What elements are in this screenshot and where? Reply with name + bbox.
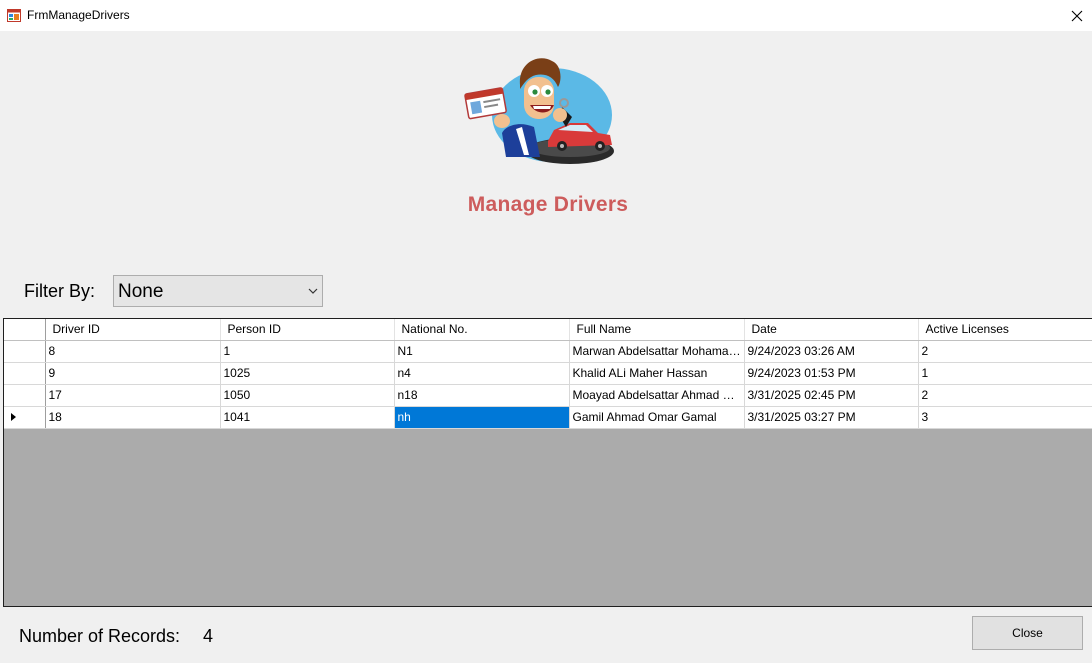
cell-date[interactable]: 9/24/2023 03:26 AM xyxy=(744,340,919,363)
cell-national-no[interactable]: n18 xyxy=(394,384,570,407)
window-close-button[interactable] xyxy=(1062,0,1092,31)
cell-national-no-selected[interactable]: nh xyxy=(394,406,570,429)
cell-driver-id[interactable]: 18 xyxy=(45,406,221,429)
filter-selected-value: None xyxy=(118,281,164,302)
row-header-cell[interactable] xyxy=(4,340,46,363)
table-row[interactable]: 17 1050 n18 Moayad Abdelsattar Ahmad Mar… xyxy=(4,384,1092,407)
cell-driver-id[interactable]: 8 xyxy=(45,340,221,363)
row-header-cell[interactable] xyxy=(4,362,46,385)
cell-active-licenses[interactable]: 1 xyxy=(918,362,1092,385)
app-icon xyxy=(7,9,21,22)
drivers-data-grid[interactable]: Driver ID Person ID National No. Full Na… xyxy=(3,318,1092,607)
chevron-down-icon xyxy=(308,288,318,294)
grid-corner-cell[interactable] xyxy=(4,319,46,341)
cell-date[interactable]: 3/31/2025 03:27 PM xyxy=(744,406,919,429)
cell-date[interactable]: 3/31/2025 02:45 PM xyxy=(744,384,919,407)
cell-person-id[interactable]: 1025 xyxy=(220,362,395,385)
filter-by-dropdown[interactable]: None xyxy=(113,275,323,307)
page-title: Manage Drivers xyxy=(467,193,629,216)
cell-active-licenses[interactable]: 3 xyxy=(918,406,1092,429)
cell-full-name[interactable]: Gamil Ahmad Omar Gamal xyxy=(569,406,745,429)
current-row-arrow-icon xyxy=(11,413,16,421)
table-row[interactable]: 8 1 N1 Marwan Abdelsattar Mohamad A... 9… xyxy=(4,340,1092,363)
cell-national-no[interactable]: n4 xyxy=(394,362,570,385)
driver-logo-image xyxy=(464,58,614,164)
record-count-label: Number of Records: xyxy=(19,626,181,646)
table-row-current[interactable]: 18 1041 nh Gamil Ahmad Omar Gamal 3/31/2… xyxy=(4,406,1092,429)
column-header-driver-id[interactable]: Driver ID xyxy=(45,319,221,341)
cell-person-id[interactable]: 1041 xyxy=(220,406,395,429)
filter-by-label: Filter By: xyxy=(24,281,96,301)
cell-person-id[interactable]: 1050 xyxy=(220,384,395,407)
column-header-person-id[interactable]: Person ID xyxy=(220,319,395,341)
record-count-value: 4 xyxy=(203,626,214,646)
cell-date[interactable]: 9/24/2023 01:53 PM xyxy=(744,362,919,385)
grid-header-row: Driver ID Person ID National No. Full Na… xyxy=(4,319,1092,341)
column-header-date[interactable]: Date xyxy=(744,319,919,341)
column-header-full-name[interactable]: Full Name xyxy=(569,319,745,341)
cell-national-no[interactable]: N1 xyxy=(394,340,570,363)
cell-active-licenses[interactable]: 2 xyxy=(918,340,1092,363)
column-header-national-no[interactable]: National No. xyxy=(394,319,570,341)
cell-active-licenses[interactable]: 2 xyxy=(918,384,1092,407)
title-bar: FrmManageDrivers xyxy=(0,0,1092,31)
row-header-cell[interactable] xyxy=(4,384,46,407)
column-header-active-licenses[interactable]: Active Licenses xyxy=(918,319,1092,341)
cell-full-name[interactable]: Khalid ALi Maher Hassan xyxy=(569,362,745,385)
close-icon xyxy=(1071,10,1083,21)
table-row[interactable]: 9 1025 n4 Khalid ALi Maher Hassan 9/24/2… xyxy=(4,362,1092,385)
row-header-cell[interactable] xyxy=(4,406,46,429)
cell-full-name[interactable]: Marwan Abdelsattar Mohamad A... xyxy=(569,340,745,363)
cell-driver-id[interactable]: 17 xyxy=(45,384,221,407)
cell-driver-id[interactable]: 9 xyxy=(45,362,221,385)
close-button[interactable]: Close xyxy=(972,616,1083,650)
cell-full-name[interactable]: Moayad Abdelsattar Ahmad Mar... xyxy=(569,384,745,407)
window-title: FrmManageDrivers xyxy=(27,8,130,22)
cell-person-id[interactable]: 1 xyxy=(220,340,395,363)
manage-drivers-window: FrmManageDrivers Manage Drivers Filter B… xyxy=(0,0,1092,663)
